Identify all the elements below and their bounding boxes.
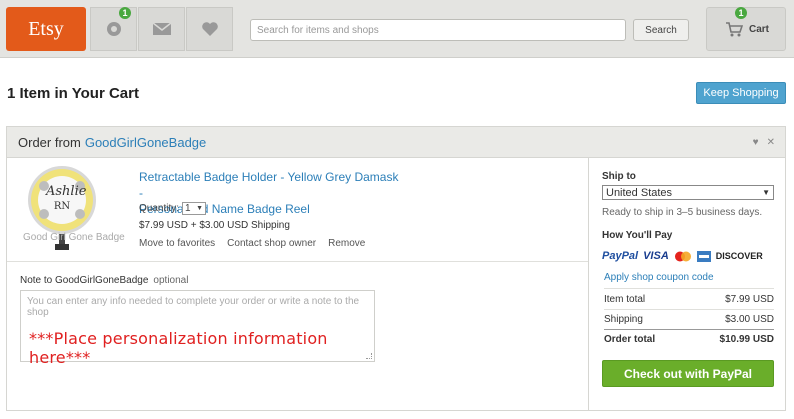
order-from-label: Order from bbox=[18, 134, 81, 150]
mastercard-icon bbox=[674, 251, 691, 261]
note-textarea[interactable]: You can enter any info needed to complet… bbox=[20, 290, 375, 367]
contact-shop-owner-link[interactable]: Contact shop owner bbox=[227, 238, 316, 249]
heart-icon bbox=[201, 22, 218, 36]
ready-to-ship-text: Ready to ship in 3–5 business days. bbox=[602, 207, 763, 218]
search-field[interactable] bbox=[250, 19, 626, 41]
order-items-pane: Ashlie RN Good Girl Gone Badge Retractab… bbox=[7, 158, 588, 411]
order-header: Order from GoodGirlGoneBadge bbox=[7, 127, 785, 158]
envelope-icon bbox=[152, 22, 171, 35]
divider bbox=[604, 309, 774, 310]
thumb-caption: Good Girl Gone Badge bbox=[23, 232, 125, 243]
keep-shopping-button[interactable]: Keep Shopping bbox=[696, 82, 786, 104]
item-total-label: Item total bbox=[604, 294, 646, 305]
payment-methods: PayPal VISA DISCOVER bbox=[602, 250, 763, 262]
how-youll-pay-label: How You'll Pay bbox=[602, 230, 673, 241]
order-summary-pane: Ship to United States ▼ Ready to ship in… bbox=[588, 158, 786, 411]
page-title: 1 Item in Your Cart bbox=[7, 85, 139, 102]
paypal-logo: PayPal bbox=[602, 250, 639, 262]
ship-to-value: United States bbox=[606, 186, 673, 199]
note-placeholder: You can enter any info needed to complet… bbox=[27, 296, 360, 318]
move-to-favorites-link[interactable]: Move to favorites bbox=[139, 238, 215, 249]
note-label: Note to GoodGirlGoneBadge optional bbox=[20, 275, 188, 286]
order-total-value: $10.99 USD bbox=[719, 334, 774, 345]
item-title-line: Retractable Badge Holder - Yellow Grey D… bbox=[139, 170, 399, 200]
cart-icon bbox=[726, 22, 743, 37]
item-price: $7.99 USD + $3.00 USD Shipping bbox=[139, 220, 290, 231]
quantity-label: Quantity: bbox=[139, 203, 180, 214]
order-panel: Order from GoodGirlGoneBadge ♥ ✕ Ashlie … bbox=[6, 126, 786, 411]
divider bbox=[604, 329, 774, 330]
shipping-value: $3.00 USD bbox=[725, 314, 774, 325]
personalization-note: ***Place personalization information her… bbox=[29, 329, 328, 367]
amex-icon bbox=[696, 250, 711, 262]
thumb-name-text: Ashlie bbox=[46, 184, 87, 199]
thumb-title-text: RN bbox=[53, 201, 71, 212]
visa-logo: VISA bbox=[643, 250, 669, 262]
quantity-value: 1 bbox=[185, 203, 191, 214]
chevron-down-icon: ▼ bbox=[762, 188, 770, 197]
cart-badge: 1 bbox=[735, 7, 747, 19]
cart-item: Ashlie RN Good Girl Gone Badge Retractab… bbox=[7, 158, 588, 262]
activity-icon bbox=[106, 22, 121, 36]
cart-label: Cart bbox=[749, 23, 770, 35]
order-total-row: Order total $10.99 USD bbox=[604, 334, 774, 345]
favorites-button[interactable] bbox=[186, 7, 233, 51]
resize-handle[interactable] bbox=[366, 353, 372, 359]
quantity-row: Quantity: 1 ▼ bbox=[139, 202, 207, 215]
note-label-text: Note to GoodGirlGoneBadge bbox=[20, 275, 149, 286]
order-total-label: Order total bbox=[604, 334, 656, 345]
shipping-row: Shipping $3.00 USD bbox=[604, 314, 774, 325]
item-total-row: Item total $7.99 USD bbox=[604, 294, 774, 305]
etsy-logo[interactable]: Etsy bbox=[6, 7, 86, 51]
search-input[interactable] bbox=[251, 20, 625, 41]
close-icon[interactable]: ✕ bbox=[767, 137, 775, 148]
activity-badge: 1 bbox=[119, 7, 131, 19]
item-actions: Move to favorites Contact shop owner Rem… bbox=[139, 238, 365, 249]
chevron-down-icon: ▼ bbox=[196, 205, 204, 212]
note-optional: optional bbox=[153, 275, 189, 286]
shop-link[interactable]: GoodGirlGoneBadge bbox=[85, 135, 206, 150]
ship-to-select[interactable]: United States ▼ bbox=[602, 185, 774, 200]
discover-logo: DISCOVER bbox=[715, 251, 763, 261]
divider bbox=[604, 288, 774, 289]
messages-button[interactable] bbox=[138, 7, 185, 51]
heart-icon[interactable]: ♥ bbox=[753, 137, 759, 148]
quantity-select[interactable]: 1 ▼ bbox=[182, 202, 207, 215]
shipping-label: Shipping bbox=[604, 314, 643, 325]
remove-link[interactable]: Remove bbox=[328, 238, 365, 249]
search-button[interactable]: Search bbox=[633, 19, 689, 41]
order-header-icons: ♥ ✕ bbox=[753, 137, 775, 148]
ship-to-label: Ship to bbox=[602, 171, 636, 182]
item-total-value: $7.99 USD bbox=[725, 294, 774, 305]
apply-coupon-link[interactable]: Apply shop coupon code bbox=[604, 272, 714, 283]
checkout-paypal-button[interactable]: Check out with PayPal bbox=[602, 360, 774, 387]
top-header: Etsy 1 Search Cart 1 bbox=[0, 0, 794, 58]
